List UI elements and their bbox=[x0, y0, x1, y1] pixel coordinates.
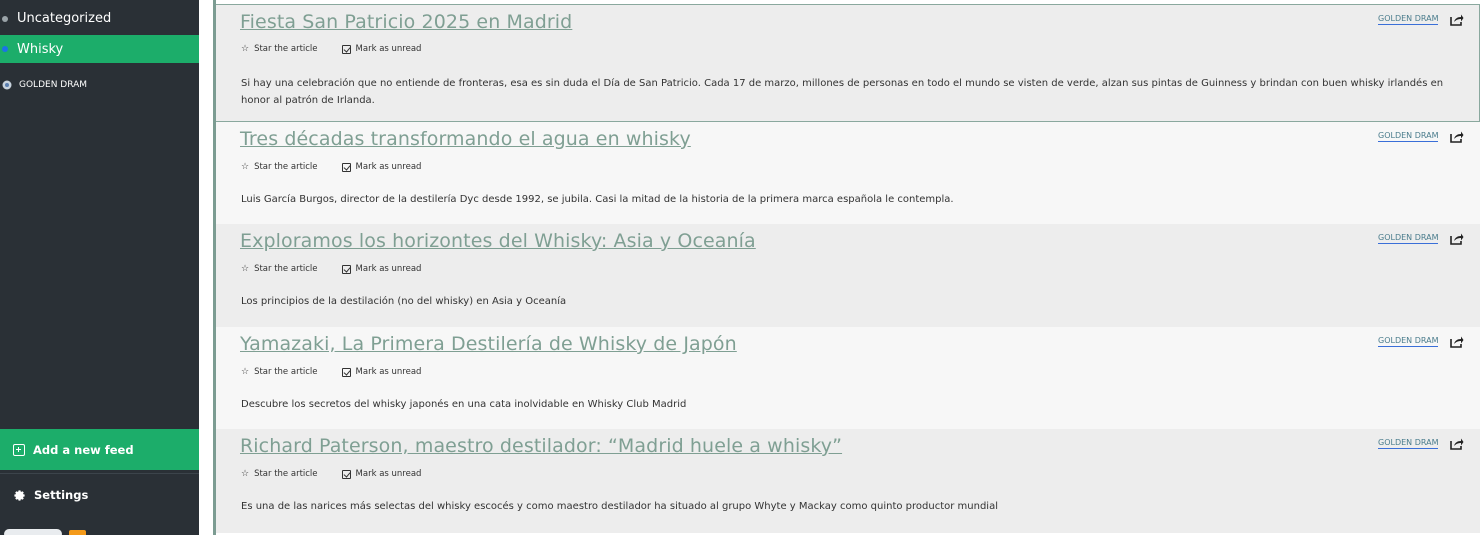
settings-button[interactable]: Settings bbox=[0, 475, 199, 515]
article-summary: Luis García Burgos, director de la desti… bbox=[241, 194, 954, 205]
sidebar-feed-golden-dram[interactable]: GOLDEN DRAM bbox=[0, 76, 199, 94]
share-icon[interactable] bbox=[1450, 335, 1464, 348]
share-icon[interactable] bbox=[1450, 232, 1464, 245]
star-icon: ☆ bbox=[241, 366, 250, 377]
article-item[interactable]: Yamazaki, La Primera Destilería de Whisk… bbox=[216, 327, 1480, 429]
unread-label: Mark as unread bbox=[355, 162, 422, 172]
article-title-link[interactable]: Tres décadas transformando el agua en wh… bbox=[240, 128, 691, 150]
mark-unread-button[interactable]: Mark as unread bbox=[341, 44, 422, 54]
article-actions: ☆ Star the article Mark as unread bbox=[241, 467, 445, 481]
star-icon: ☆ bbox=[241, 468, 250, 479]
article-list: Fiesta San Patricio 2025 en Madrid ☆ Sta… bbox=[199, 0, 1482, 535]
article-summary: Los principios de la destilación (no del… bbox=[241, 296, 567, 307]
mark-unread-button[interactable]: Mark as unread bbox=[341, 162, 422, 172]
star-icon: ☆ bbox=[241, 43, 250, 54]
article-item[interactable]: Richard Paterson, maestro destilador: “M… bbox=[216, 429, 1480, 533]
article-actions: ☆ Star the article Mark as unread bbox=[241, 365, 445, 379]
unread-label: Mark as unread bbox=[355, 367, 422, 377]
unread-label: Mark as unread bbox=[355, 469, 422, 479]
add-feed-label: Add a new feed bbox=[33, 442, 134, 457]
sidebar-footer bbox=[0, 527, 199, 535]
article-source-link[interactable]: GOLDEN DRAM bbox=[1378, 438, 1439, 449]
rss-icon[interactable] bbox=[69, 530, 86, 535]
article-summary: Descubre los secretos del whisky japonés… bbox=[241, 399, 687, 410]
star-article-button[interactable]: ☆ Star the article bbox=[241, 44, 318, 54]
sidebar-item-whisky[interactable]: Whisky bbox=[0, 35, 199, 63]
article-actions: ☆ Star the article Mark as unread bbox=[241, 262, 445, 276]
footer-pill[interactable] bbox=[4, 529, 62, 535]
article-title-link[interactable]: Yamazaki, La Primera Destilería de Whisk… bbox=[240, 333, 737, 355]
sidebar: Uncategorized Whisky GOLDEN DRAM Add a n… bbox=[0, 0, 199, 535]
share-icon[interactable] bbox=[1450, 437, 1464, 450]
sidebar-item-label: Whisky bbox=[17, 41, 64, 57]
star-article-button[interactable]: ☆ Star the article bbox=[241, 367, 318, 377]
sidebar-divider bbox=[0, 473, 199, 474]
star-icon: ☆ bbox=[241, 263, 250, 274]
article-title-link[interactable]: Richard Paterson, maestro destilador: “M… bbox=[240, 435, 842, 457]
star-article-button[interactable]: ☆ Star the article bbox=[241, 469, 318, 479]
article-source-link[interactable]: GOLDEN DRAM bbox=[1378, 336, 1439, 347]
article-summary: Es una de las narices más selectas del w… bbox=[241, 501, 998, 512]
unread-label: Mark as unread bbox=[355, 44, 422, 54]
star-label: Star the article bbox=[254, 367, 318, 377]
feed-favicon-icon bbox=[2, 80, 12, 90]
checkbox-icon bbox=[341, 162, 351, 172]
article-item[interactable]: Fiesta San Patricio 2025 en Madrid ☆ Sta… bbox=[216, 4, 1480, 122]
checkbox-icon bbox=[341, 44, 351, 54]
article-actions: ☆ Star the article Mark as unread bbox=[241, 160, 445, 174]
star-label: Star the article bbox=[254, 44, 318, 54]
app-window: Uncategorized Whisky GOLDEN DRAM Add a n… bbox=[0, 0, 1482, 535]
share-icon[interactable] bbox=[1450, 130, 1464, 143]
checkbox-icon bbox=[341, 469, 351, 479]
article-item[interactable]: Exploramos los horizontes del Whisky: As… bbox=[216, 224, 1480, 327]
sidebar-item-uncategorized[interactable]: Uncategorized bbox=[0, 7, 199, 30]
star-label: Star the article bbox=[254, 264, 318, 274]
category-dot-icon bbox=[2, 46, 8, 52]
gear-icon bbox=[14, 489, 25, 501]
unread-label: Mark as unread bbox=[355, 264, 422, 274]
star-icon: ☆ bbox=[241, 161, 250, 172]
article-title-link[interactable]: Exploramos los horizontes del Whisky: As… bbox=[240, 230, 756, 252]
plus-box-icon bbox=[13, 443, 25, 456]
article-source-link[interactable]: GOLDEN DRAM bbox=[1378, 233, 1439, 244]
star-label: Star the article bbox=[254, 162, 318, 172]
checkbox-icon bbox=[341, 367, 351, 377]
star-article-button[interactable]: ☆ Star the article bbox=[241, 264, 318, 274]
settings-label: Settings bbox=[34, 488, 89, 502]
add-feed-button[interactable]: Add a new feed bbox=[0, 429, 199, 470]
article-actions: ☆ Star the article Mark as unread bbox=[241, 42, 445, 56]
checkbox-icon bbox=[341, 264, 351, 274]
article-source-link[interactable]: GOLDEN DRAM bbox=[1378, 14, 1439, 25]
mark-unread-button[interactable]: Mark as unread bbox=[341, 469, 422, 479]
mark-unread-button[interactable]: Mark as unread bbox=[341, 367, 422, 377]
star-label: Star the article bbox=[254, 469, 318, 479]
share-icon[interactable] bbox=[1450, 13, 1464, 26]
article-title-link[interactable]: Fiesta San Patricio 2025 en Madrid bbox=[240, 11, 572, 33]
category-dot-icon bbox=[2, 15, 8, 22]
article-source-link[interactable]: GOLDEN DRAM bbox=[1378, 131, 1439, 142]
mark-unread-button[interactable]: Mark as unread bbox=[341, 264, 422, 274]
star-article-button[interactable]: ☆ Star the article bbox=[241, 162, 318, 172]
article-summary: Si hay una celebración que no entiende d… bbox=[241, 78, 1444, 106]
feed-label: GOLDEN DRAM bbox=[19, 80, 88, 90]
sidebar-item-label: Uncategorized bbox=[17, 11, 112, 26]
article-item[interactable]: Tres décadas transformando el agua en wh… bbox=[216, 122, 1480, 224]
